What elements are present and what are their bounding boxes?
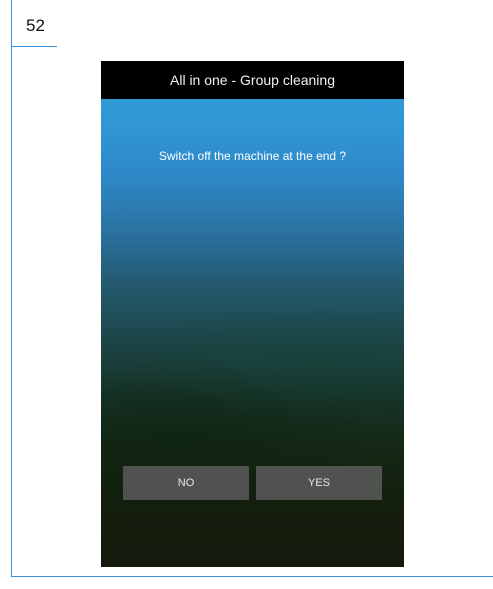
title-bar: All in one - Group cleaning: [101, 61, 404, 99]
page-number-underline: [11, 46, 57, 47]
no-button[interactable]: NO: [123, 466, 249, 500]
screen-title: All in one - Group cleaning: [170, 72, 335, 88]
page-number: 52: [26, 16, 45, 35]
switch-off-prompt: Switch off the machine at the end ?: [158, 149, 347, 163]
yes-button[interactable]: YES: [256, 466, 382, 500]
device-screen: All in one - Group cleaning Switch off t…: [101, 61, 404, 567]
